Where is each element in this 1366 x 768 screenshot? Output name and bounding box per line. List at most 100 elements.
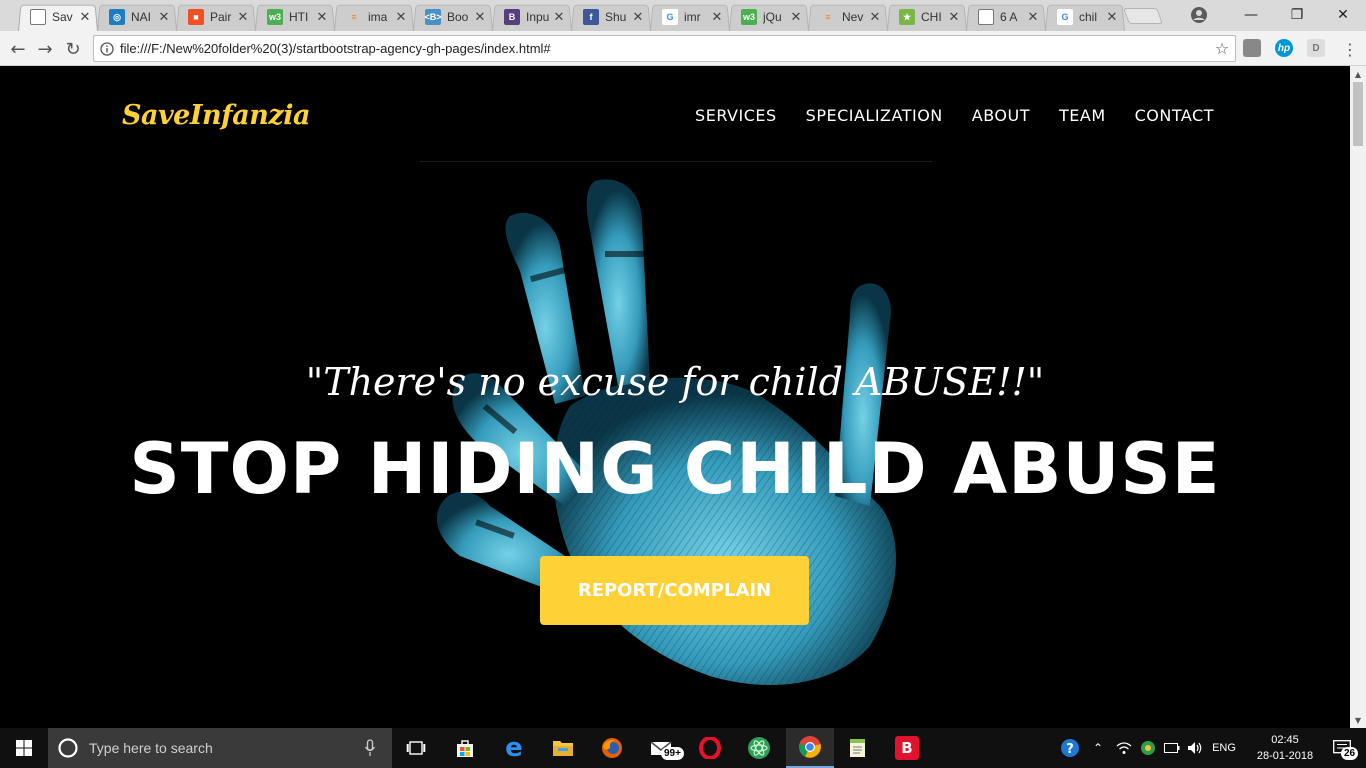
reload-icon[interactable]: ↻ (61, 37, 85, 61)
firefox-icon[interactable] (588, 728, 636, 768)
help-icon[interactable]: ? (1057, 728, 1083, 768)
atom-app-icon[interactable] (735, 728, 783, 768)
info-icon[interactable] (94, 41, 120, 56)
close-window-button[interactable]: ✕ (1320, 0, 1366, 30)
globe-icon: ◎ (109, 9, 125, 25)
address-bar[interactable]: file:///F:/New%20folder%20(3)/startboots… (93, 35, 1236, 62)
close-tab-icon[interactable]: ✕ (710, 9, 724, 25)
wifi-icon[interactable] (1114, 728, 1134, 768)
show-hidden-icons[interactable]: ⌃ (1088, 728, 1108, 768)
mail-badge: 99+ (661, 747, 684, 760)
file-explorer-icon[interactable] (539, 728, 587, 768)
new-tab-button[interactable] (1123, 8, 1163, 24)
main-nav: SERVICES SPECIALIZATION ABOUT TEAM CONTA… (695, 106, 1214, 125)
clock-time: 02:45 (1271, 734, 1299, 746)
tab-title: Sav (52, 10, 73, 24)
web-page: SaveInfanzia SERVICES SPECIALIZATION ABO… (0, 66, 1350, 728)
bitdefender-icon[interactable]: B (883, 728, 931, 768)
url-text[interactable]: file:///F:/New%20folder%20(3)/startboots… (120, 41, 1209, 56)
back-icon[interactable]: ← (6, 37, 30, 61)
browser-tab[interactable]: ◎ NAI ✕ (97, 3, 177, 31)
nav-services[interactable]: SERVICES (695, 106, 777, 125)
close-tab-icon[interactable]: ✕ (1026, 9, 1040, 25)
browser-tab[interactable]: B Inpu ✕ (492, 3, 572, 31)
close-tab-icon[interactable]: ✕ (473, 9, 487, 25)
google-icon: G (662, 9, 678, 25)
browser-tab[interactable]: ■ Pair ✕ (176, 3, 256, 31)
scroll-down-icon[interactable]: ▼ (1350, 712, 1366, 728)
forward-icon[interactable]: → (33, 37, 57, 61)
tab-title: Pair (210, 10, 232, 24)
close-tab-icon[interactable]: ✕ (631, 9, 645, 25)
close-tab-icon[interactable]: ✕ (947, 9, 961, 25)
browser-tab[interactable]: 6 A ✕ (966, 3, 1046, 31)
notepad-plus-plus-icon[interactable] (834, 728, 882, 768)
extension-cube-icon[interactable] (1243, 39, 1261, 57)
store-icon[interactable] (441, 728, 489, 768)
tab-title: 6 A (1000, 10, 1018, 24)
taskbar-search-box[interactable]: Type here to search (48, 728, 392, 768)
nav-team[interactable]: TEAM (1059, 106, 1106, 125)
nav-specialization[interactable]: SPECIALIZATION (806, 106, 943, 125)
battery-icon[interactable] (1162, 728, 1182, 768)
facebook-icon: f (583, 9, 599, 25)
browser-tab[interactable]: ★ CHI ✕ (887, 3, 967, 31)
close-tab-icon[interactable]: ✕ (868, 9, 882, 25)
microsoft-icon: ■ (188, 9, 204, 25)
hero-headline: STOP HIDING CHILD ABUSE (129, 428, 1221, 510)
tab-strip: Sav ✕ ◎ NAI ✕ ■ Pair ✕ w3 HTI ✕ ≡ ima ✕ <B> Boo ✕ B Inpu ✕ f… (0, 0, 1366, 31)
d-extension-icon[interactable]: D (1307, 39, 1325, 57)
close-tab-icon[interactable]: ✕ (236, 9, 250, 25)
stackoverflow-icon: ≡ (825, 12, 831, 22)
mail-icon[interactable]: 99+ (637, 728, 685, 768)
action-center-icon[interactable]: 26 (1322, 728, 1362, 768)
google-icon: G (1057, 9, 1073, 25)
language-indicator[interactable]: ENG (1208, 728, 1240, 768)
page-scrollbar[interactable]: ▲ ▼ (1350, 66, 1366, 728)
microphone-icon[interactable] (364, 739, 376, 757)
bootsnipp-icon: <B> (425, 9, 442, 25)
windows-taskbar: Type here to search e 99+ B ? ⌃ ENG 02:4… (0, 728, 1366, 768)
close-tab-icon[interactable]: ✕ (394, 9, 408, 25)
browser-tab[interactable]: w3 HTI ✕ (255, 3, 335, 31)
nav-about[interactable]: ABOUT (972, 106, 1030, 125)
profile-icon[interactable] (1190, 6, 1208, 24)
opera-icon[interactable] (686, 728, 734, 768)
windows-start-icon[interactable] (0, 728, 48, 768)
close-tab-icon[interactable]: ✕ (552, 9, 566, 25)
minimize-button[interactable]: — (1228, 0, 1274, 30)
browser-tab[interactable]: Sav ✕ (18, 3, 98, 31)
browser-tab[interactable]: f Shu ✕ (571, 3, 651, 31)
browser-tab[interactable]: ≡ ima ✕ (334, 3, 414, 31)
close-tab-icon[interactable]: ✕ (1105, 9, 1119, 25)
volume-icon[interactable] (1185, 728, 1205, 768)
chrome-menu-icon[interactable]: ⋮ (1338, 37, 1362, 61)
cortana-icon (58, 738, 78, 758)
network-app-icon[interactable] (1138, 728, 1158, 768)
browser-tab[interactable]: Gchil ✕ (1045, 3, 1125, 31)
bookmark-star-icon[interactable]: ☆ (1209, 39, 1235, 58)
close-tab-icon[interactable]: ✕ (315, 9, 329, 25)
tab-title: Shu (605, 10, 627, 24)
svg-text:?: ? (1066, 742, 1074, 757)
clock[interactable]: 02:45 28-01-2018 (1250, 732, 1320, 764)
browser-tab[interactable]: ≡ Nev ✕ (808, 3, 888, 31)
scroll-up-icon[interactable]: ▲ (1350, 66, 1366, 82)
scroll-thumb[interactable] (1353, 82, 1363, 146)
nav-divider (420, 161, 932, 162)
w3schools-icon: w3 (267, 9, 283, 25)
close-tab-icon[interactable]: ✕ (789, 9, 803, 25)
restore-button[interactable]: ❐ (1274, 0, 1320, 30)
brand-logo[interactable]: SaveInfanzia (122, 100, 310, 131)
report-complain-button[interactable]: REPORT/COMPLAIN (540, 556, 809, 625)
browser-tab[interactable]: <B> Boo ✕ (413, 3, 493, 31)
close-tab-icon[interactable]: ✕ (78, 9, 92, 25)
close-tab-icon[interactable]: ✕ (157, 9, 171, 25)
task-view-icon[interactable] (392, 728, 440, 768)
edge-icon[interactable]: e (490, 728, 538, 768)
browser-tab[interactable]: Gimr ✕ (650, 3, 730, 31)
browser-tab[interactable]: w3 jQu ✕ (729, 3, 809, 31)
nav-contact[interactable]: CONTACT (1135, 106, 1214, 125)
hp-extension-icon[interactable]: hp (1275, 39, 1293, 57)
chrome-icon[interactable] (786, 728, 834, 768)
